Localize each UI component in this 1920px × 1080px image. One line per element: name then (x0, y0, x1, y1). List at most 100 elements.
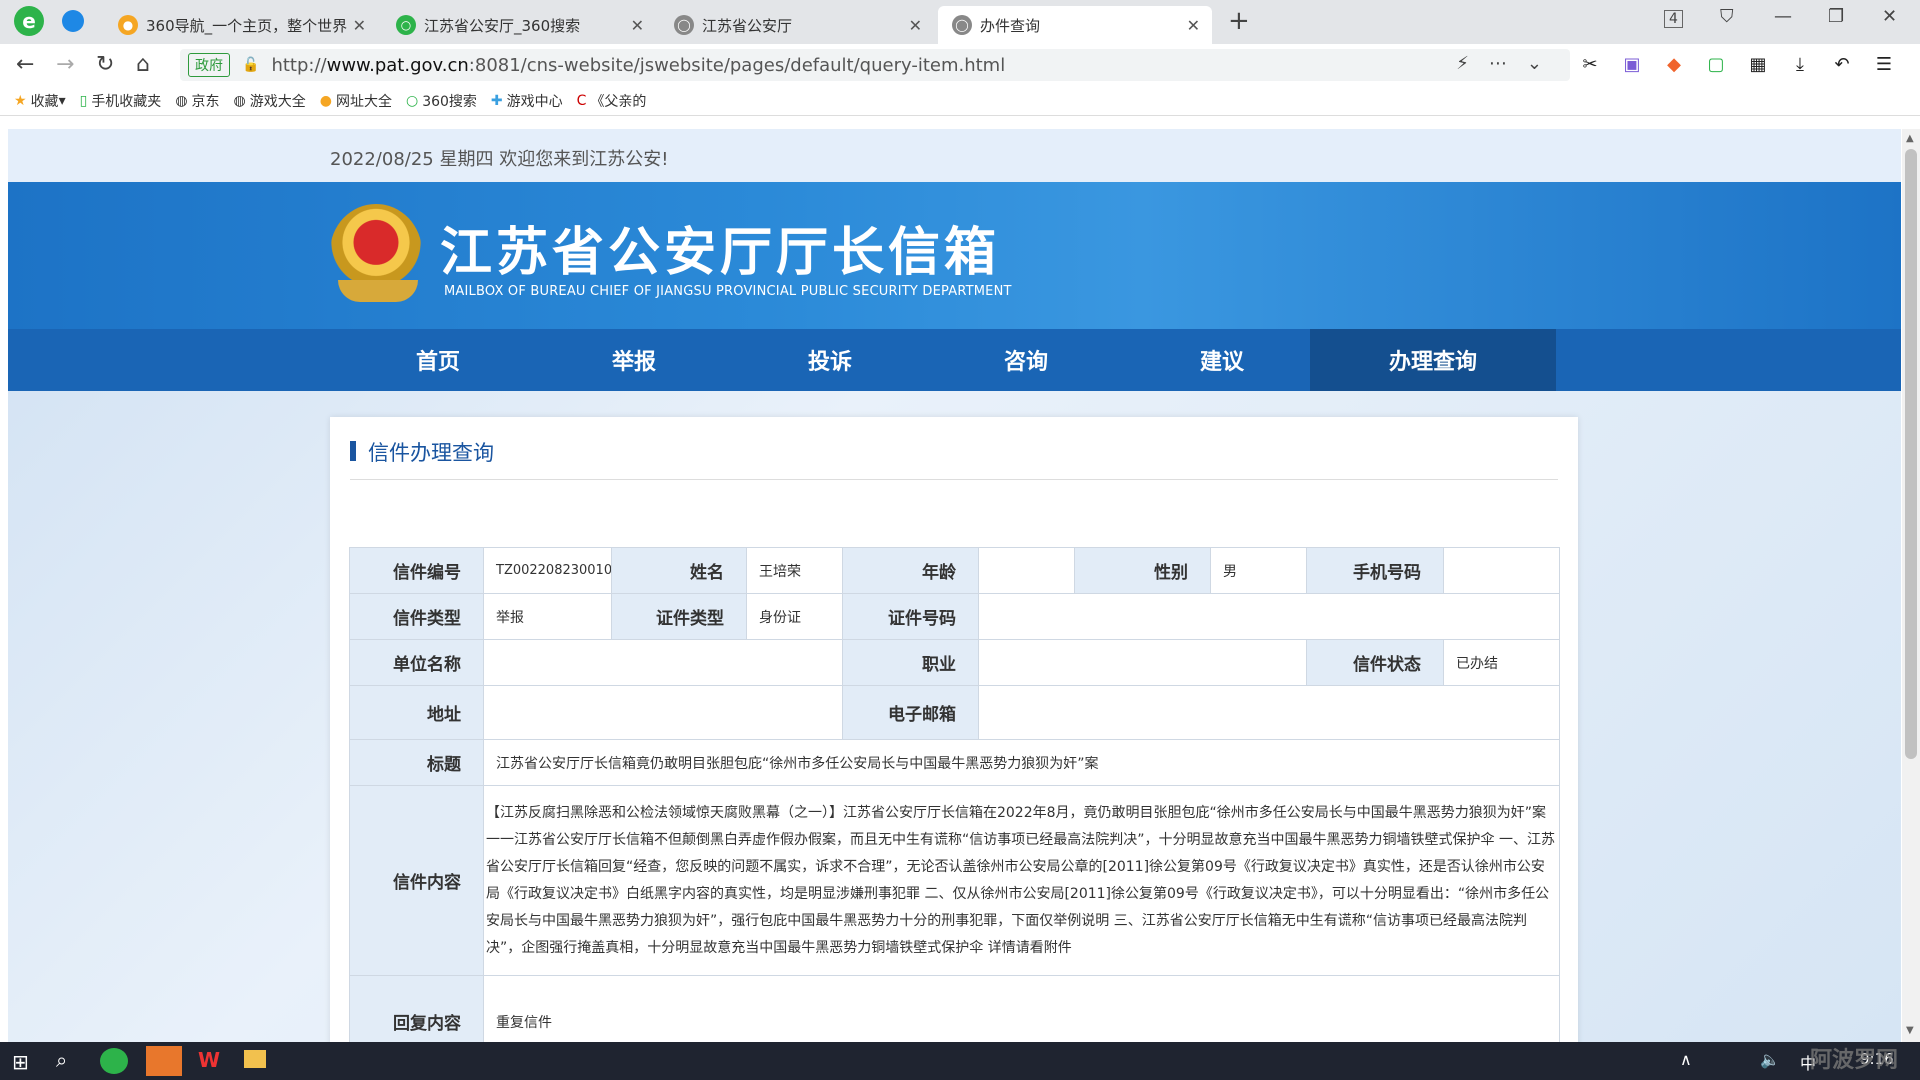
close-icon[interactable]: ✕ (909, 16, 922, 35)
scroll-thumb[interactable] (1905, 149, 1917, 759)
menu-icon[interactable]: ☰ (1874, 54, 1894, 75)
nav-home[interactable]: 首页 (340, 329, 536, 391)
value-name: 王培荣 (746, 547, 843, 594)
undo-icon[interactable]: ↶ (1832, 54, 1852, 75)
tab-360-search[interactable]: ○ 江苏省公安厅_360搜索 ✕ (382, 6, 656, 44)
skin-icon[interactable]: ⛉ (1720, 6, 1734, 27)
label-id-type: 证件类型 (611, 593, 747, 640)
nav-complaint[interactable]: 投诉 (732, 329, 928, 391)
label-email: 电子邮箱 (842, 685, 979, 740)
360-search-icon: ○ (396, 15, 416, 35)
url-text[interactable]: http://www.pat.gov.cn:8081/cns-website/j… (271, 55, 1005, 76)
value-gender: 男 (1210, 547, 1307, 594)
game-center-icon: ✚ (490, 92, 503, 109)
value-address (483, 685, 843, 740)
query-card: 信件办理查询 信件编号 TZ002208230010 姓名 王培荣 年龄 性别 … (330, 417, 1578, 1042)
scroll-up-icon[interactable]: ▲ (1906, 133, 1914, 144)
value-reply: 重复信件 (483, 975, 1560, 1042)
forward-icon[interactable]: → (56, 52, 74, 77)
home-icon[interactable]: ⌂ (136, 52, 150, 77)
minimize-icon[interactable]: — (1774, 6, 1792, 27)
volume-icon[interactable]: 🔈 (1760, 1050, 1780, 1069)
nav-suggestion[interactable]: 建议 (1124, 329, 1320, 391)
star-icon: ★ (14, 92, 27, 109)
wechat-taskbar-icon[interactable] (146, 1046, 182, 1076)
close-icon[interactable]: ✕ (1187, 16, 1200, 35)
value-content: 【江苏反腐扫黑除恶和公检法领域惊天腐败黑幕（之一）】江苏省公安厅厅长信箱在202… (483, 785, 1560, 976)
scroll-down-icon[interactable]: ▼ (1906, 1025, 1914, 1036)
tab-count-badge[interactable]: 4 (1664, 10, 1683, 28)
bookmark-item[interactable]: ○ 360搜索 (406, 91, 477, 111)
tab-title: 江苏省公安厅 (702, 16, 793, 35)
insecure-lock-icon[interactable]: 🔓 (242, 57, 259, 73)
address-bar[interactable]: 政府 🔓 http://www.pat.gov.cn:8081/cns-webs… (180, 49, 1570, 81)
telegram-icon[interactable] (62, 10, 84, 32)
new-tab-button[interactable]: + (1228, 6, 1250, 36)
globe-icon: ◯ (674, 15, 694, 35)
label-letter-type: 信件类型 (349, 593, 484, 640)
bookmark-item[interactable]: ★ 收藏 ▾ (14, 91, 66, 111)
label-gender: 性别 (1074, 547, 1211, 594)
reader-icon[interactable]: ▢ (1706, 54, 1726, 75)
globe-icon: ◍ (175, 92, 188, 109)
tab-360-nav[interactable]: ● 360导航_一个主页，整个世界 ✕ (104, 6, 378, 44)
emblem-base (338, 280, 418, 302)
tab-jiangsu-police[interactable]: ◯ 江苏省公安厅 ✕ (660, 6, 934, 44)
card-title: 信件办理查询 (350, 437, 494, 467)
gov-badge: 政府 (188, 53, 230, 77)
360-search-icon: ○ (405, 92, 419, 109)
main-nav: 首页 举报 投诉 咨询 建议 办理查询 (8, 329, 1901, 391)
label-subject: 标题 (349, 739, 484, 786)
label-id-no: 证件号码 (842, 593, 979, 640)
tab-query-item[interactable]: ◯ 办件查询 ✕ (938, 6, 1212, 44)
bookmark-item[interactable]: ▯ 手机收藏夹 (80, 91, 162, 111)
apps-grid-icon[interactable]: ▦ (1748, 54, 1768, 75)
wps-taskbar-icon[interactable]: W (198, 1048, 220, 1072)
bookmark-item[interactable]: C 《父亲的 (577, 91, 647, 111)
tab-title: 360导航_一个主页，整个世界 (146, 16, 348, 35)
game-icon[interactable]: ◆ (1664, 54, 1684, 75)
site-title: 江苏省公安厅厅长信箱 (440, 222, 1001, 283)
restore-icon[interactable]: ❐ (1828, 6, 1844, 27)
reload-icon[interactable]: ↻ (96, 52, 114, 77)
nav-consult[interactable]: 咨询 (928, 329, 1124, 391)
browser-logo-icon[interactable]: e (14, 6, 44, 36)
nav-query[interactable]: 办理查询 (1310, 329, 1556, 391)
download-icon[interactable]: ⤓ (1790, 54, 1810, 75)
close-icon[interactable]: ✕ (631, 16, 644, 35)
bookmark-item[interactable]: ◍ 游戏大全 (234, 91, 306, 111)
value-id-no (978, 593, 1560, 640)
label-letter-no: 信件编号 (349, 547, 484, 594)
value-letter-no: TZ002208230010 (483, 547, 612, 594)
browser-taskbar-icon[interactable] (100, 1048, 128, 1074)
letter-info-table: 信件编号 TZ002208230010 姓名 王培荣 年龄 性别 男 手机号码 … (349, 547, 1560, 1042)
phone-icon: ▯ (79, 92, 88, 109)
search-icon[interactable]: ⌕ (56, 1048, 67, 1072)
label-org: 单位名称 (349, 639, 484, 686)
bookmark-item[interactable]: ◍ 京东 (175, 91, 219, 111)
window-close-icon[interactable]: ✕ (1882, 6, 1897, 27)
tray-chevron-icon[interactable]: ∧ (1680, 1050, 1692, 1069)
file-explorer-icon[interactable] (244, 1050, 266, 1068)
label-job: 职业 (842, 639, 979, 686)
scissors-icon[interactable]: ✂ (1580, 54, 1600, 75)
start-icon[interactable]: ⊞ (12, 1050, 29, 1074)
label-name: 姓名 (611, 547, 747, 594)
bookmark-item[interactable]: ● 网址大全 (320, 91, 392, 111)
web-page: 2022/08/25 星期四 欢迎您来到江苏公安! 江苏省公安厅厅长信箱 MAI… (8, 129, 1901, 1042)
bookmark-item[interactable]: ✚ 游戏中心 (491, 91, 563, 111)
c-logo-icon: C (576, 92, 587, 109)
nav-report[interactable]: 举报 (536, 329, 732, 391)
top-info-bar: 2022/08/25 星期四 欢迎您来到江苏公安! (8, 129, 1901, 182)
translate-icon[interactable]: ▣ (1622, 54, 1642, 75)
back-icon[interactable]: ← (16, 52, 34, 77)
value-age (978, 547, 1075, 594)
address-actions[interactable]: ⚡⋯⌄ (1456, 53, 1562, 74)
label-age: 年龄 (842, 547, 979, 594)
value-status: 已办结 (1443, 639, 1560, 686)
label-phone: 手机号码 (1306, 547, 1444, 594)
close-icon[interactable]: ✕ (353, 16, 366, 35)
tab-title: 江苏省公安厅_360搜索 (424, 16, 581, 35)
page-scrollbar[interactable]: ▲ ▼ (1902, 129, 1920, 1042)
360-nav-icon: ● (319, 92, 332, 109)
